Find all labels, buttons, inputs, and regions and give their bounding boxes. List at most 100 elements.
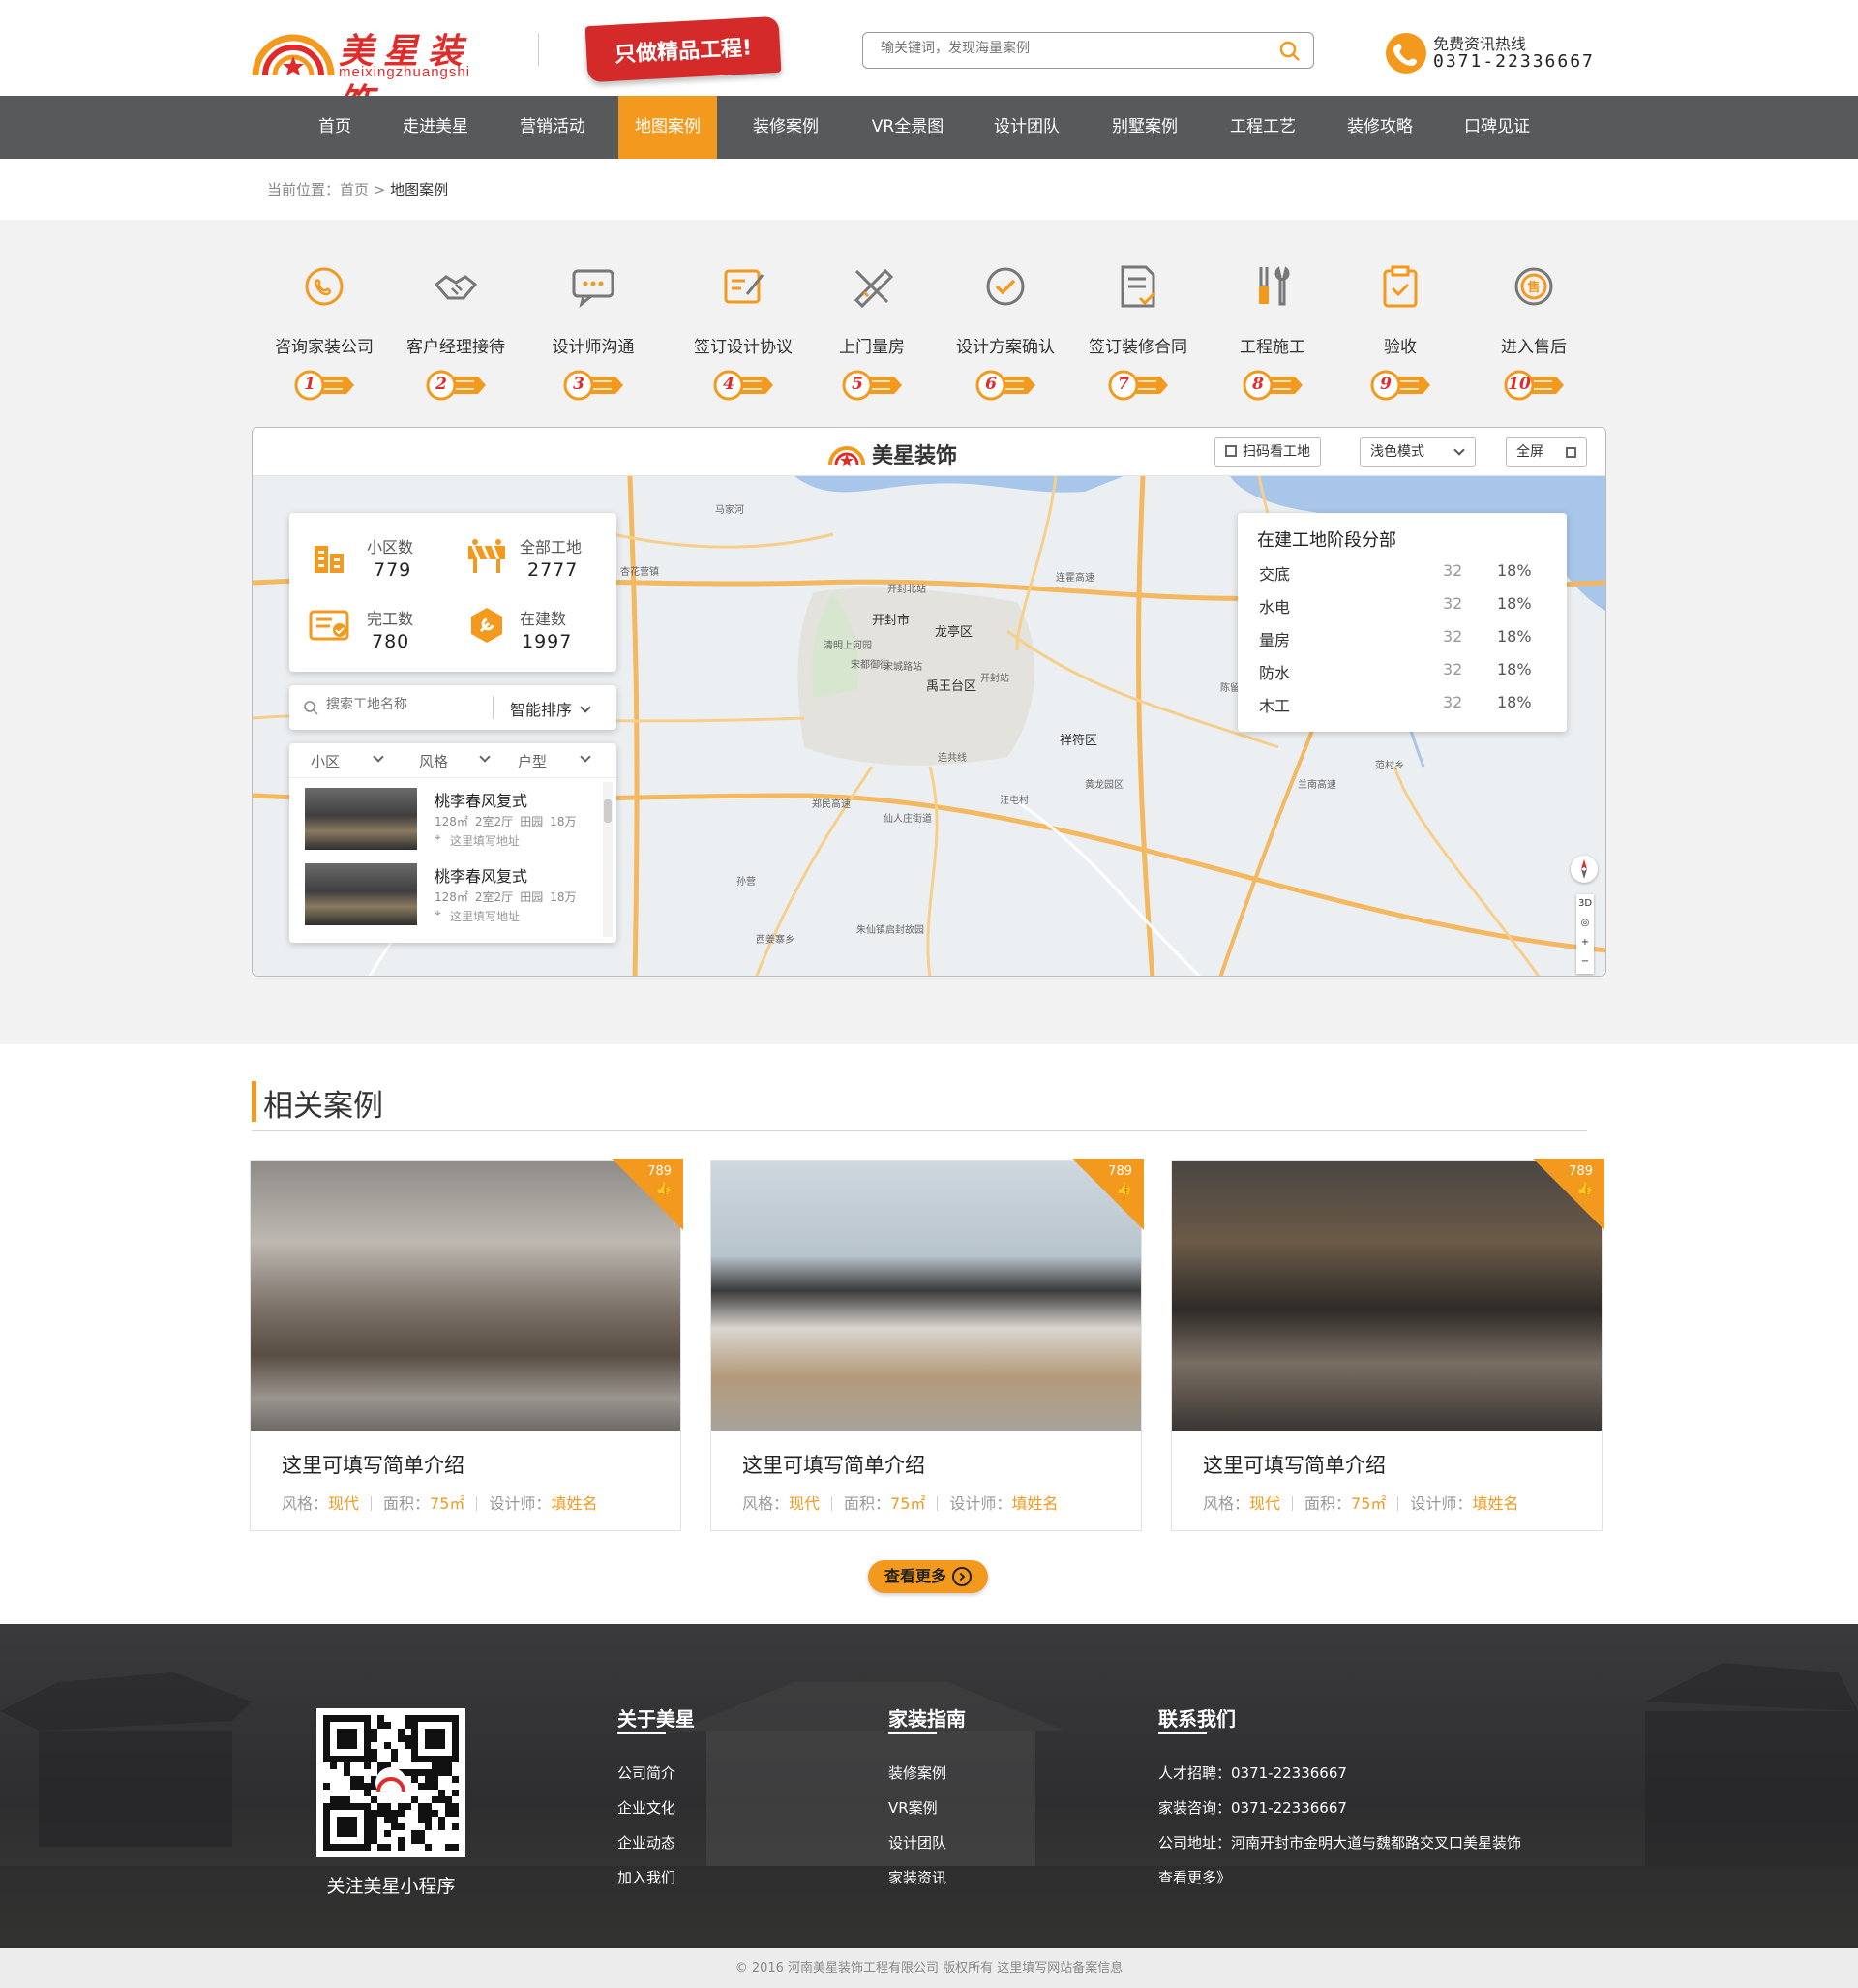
brand-logo[interactable]: 美星装饰 meixingzhuangshi [250, 21, 501, 122]
view-more-button[interactable]: 查看更多 [868, 1560, 988, 1593]
nav-item-guide[interactable]: 装修攻略 [1335, 96, 1424, 159]
breadcrumb-current: 地图案例 [390, 181, 449, 198]
scrollbar-thumb[interactable] [604, 799, 612, 823]
nav-item-design-team[interactable]: 设计团队 [982, 96, 1071, 159]
footer-link[interactable]: 加入我们 [617, 1867, 675, 1887]
like-count: 789 [647, 1164, 672, 1179]
like-badge[interactable]: 789 👍 [1072, 1159, 1144, 1230]
process-step-number-badge: 2 [426, 369, 486, 402]
list-filters: 小区 风格 户型 [289, 743, 616, 778]
footer-title-underline [1158, 1732, 1207, 1734]
footer-more-link[interactable]: 查看更多》 [1158, 1867, 1231, 1887]
like-badge[interactable]: 789 👍 [612, 1159, 683, 1230]
phase-count: 32 [1443, 561, 1463, 580]
nav-item-home[interactable]: 首页 [302, 96, 368, 159]
footer-link[interactable]: 装修案例 [888, 1762, 946, 1783]
case-designer: 填姓名 [1011, 1494, 1059, 1513]
site-meta: 128㎡ 2室2厅 田园 18万 [435, 813, 576, 829]
site-list-item[interactable]: 桃李春风复式 128㎡ 2室2厅 田园 18万 ⌖ 这里填写地址 [305, 863, 595, 931]
thumbs-up-icon: 👍 [655, 1182, 672, 1196]
filter-layout-label: 户型 [518, 753, 548, 770]
wrench-hex-icon [471, 608, 502, 643]
case-title: 这里可填写简单介绍 [282, 1454, 464, 1477]
like-badge[interactable]: 789 👍 [1533, 1159, 1604, 1230]
nav-item-about[interactable]: 走进美星 [391, 96, 480, 159]
nav-item-map-cases[interactable]: 地图案例 [618, 96, 717, 159]
zoom-in-button[interactable]: + [1576, 933, 1594, 952]
finished-doc-icon [309, 610, 349, 641]
nav-item-craft[interactable]: 工程工艺 [1218, 96, 1307, 159]
filter-community[interactable]: 小区 [311, 751, 407, 771]
3d-toggle[interactable]: 3D [1576, 894, 1594, 914]
nav-item-decoration-cases[interactable]: 装修案例 [741, 96, 830, 159]
fullscreen-button[interactable]: 全屏 [1506, 437, 1587, 467]
meta-divider [1292, 1496, 1294, 1511]
map-mode-select[interactable]: 浅色模式 [1360, 437, 1476, 467]
sort-select[interactable]: 智能排序 [510, 697, 591, 720]
process-step-number: 6 [985, 375, 997, 394]
list-scrollbar[interactable] [603, 782, 613, 937]
case-designer: 填姓名 [1472, 1494, 1519, 1513]
scan-site-label: 扫码看工地 [1243, 444, 1310, 460]
phase-row: 交底 32 18% [1259, 561, 1549, 585]
process-step-label: 进入售后 [1501, 338, 1567, 357]
process-step-number-badge: 7 [1108, 369, 1168, 402]
thumbs-up-icon: 👍 [1116, 1182, 1132, 1196]
compass-icon[interactable] [1571, 856, 1598, 883]
filter-layout[interactable]: 户型 [518, 751, 614, 771]
map-place-label: 范村乡 [1375, 761, 1404, 771]
phase-count: 32 [1443, 660, 1463, 678]
map-canvas[interactable]: 开封市 龙亭区 禹王台区 祥符区 马家河 郑民高速 连霍高速 连共线 宋城路站 宋都御街 开封站 仙人… [253, 476, 1605, 976]
breadcrumb-home[interactable]: 首页 [340, 181, 369, 198]
case-card[interactable]: 789 👍 这里可填写简单介绍 风格：现代 面积：75㎡ 设计师：填姓名 [250, 1159, 683, 1531]
handshake-icon [431, 261, 481, 312]
case-card[interactable]: 789 👍 这里可填写简单介绍 风格：现代 面积：75㎡ 设计师：填姓名 [710, 1159, 1144, 1531]
search-input[interactable] [881, 41, 1268, 56]
site-area: 128㎡ [435, 890, 468, 904]
main-nav: 首页 走进美星 营销活动 地图案例 装修案例 VR全景图 设计团队 别墅案例 工… [0, 96, 1858, 159]
zoom-out-button[interactable]: − [1576, 952, 1594, 972]
process-step: 设计方案确认 6 [943, 261, 1068, 402]
case-designer-label: 设计师： [949, 1494, 1012, 1513]
map-mode-label: 浅色模式 [1370, 444, 1424, 460]
map-logo-icon [828, 446, 865, 466]
sort-label: 智能排序 [510, 701, 573, 719]
site-list-item[interactable]: 桃李春风复式 128㎡ 2室2厅 田园 18万 ⌖ 这里填写地址 [305, 788, 595, 856]
footer-link[interactable]: 设计团队 [888, 1832, 946, 1852]
case-card[interactable]: 789 👍 这里可填写简单介绍 风格：现代 面积：75㎡ 设计师：填姓名 [1171, 1159, 1604, 1531]
site-search[interactable] [862, 32, 1314, 69]
map-place-label: 开封站 [980, 674, 1009, 684]
site-style: 田园 [520, 890, 544, 904]
scan-site-button[interactable]: 扫码看工地 [1214, 437, 1321, 467]
process-step: 设计师沟通 3 [530, 261, 656, 402]
breadcrumb-separator: > [369, 181, 391, 198]
footer-link[interactable]: 企业文化 [617, 1797, 675, 1818]
footer-about-title: 关于美星 [617, 1707, 695, 1731]
footer-link[interactable]: 家装资讯 [888, 1867, 946, 1887]
footer-contact-line: 人才招聘：0371-22336667 [1158, 1764, 1347, 1782]
chevron-down-icon [580, 702, 591, 713]
chevron-down-icon [479, 751, 491, 763]
process-step-label: 签订设计协议 [694, 338, 793, 357]
filter-style[interactable]: 风格 [419, 751, 516, 771]
footer-contact-title: 联系我们 [1158, 1707, 1236, 1731]
process-step: 售进入售后 10 [1471, 261, 1597, 402]
process-step-number: 4 [723, 375, 734, 394]
footer-link[interactable]: VR案例 [888, 1797, 938, 1818]
finished-value: 780 [372, 631, 410, 652]
nav-item-promotions[interactable]: 营销活动 [508, 96, 597, 159]
qr-code [316, 1708, 465, 1857]
locate-icon[interactable]: ◎ [1576, 914, 1594, 933]
site-search-input[interactable] [326, 697, 481, 712]
process-step: 上门量房 5 [809, 261, 935, 402]
case-style: 现代 [328, 1494, 360, 1513]
nav-item-testimonials[interactable]: 口碑见证 [1453, 96, 1542, 159]
map-place-label: 仙人庄街道 [884, 814, 932, 825]
footer-link[interactable]: 企业动态 [617, 1832, 675, 1852]
footer-link[interactable]: 公司简介 [617, 1762, 675, 1783]
search-icon[interactable] [1278, 40, 1302, 63]
map-place-label: 西姜寨乡 [756, 935, 794, 946]
nav-item-vr[interactable]: VR全景图 [857, 96, 958, 159]
nav-item-villa-cases[interactable]: 别墅案例 [1100, 96, 1189, 159]
site-meta: 128㎡ 2室2厅 田园 18万 [435, 889, 576, 905]
